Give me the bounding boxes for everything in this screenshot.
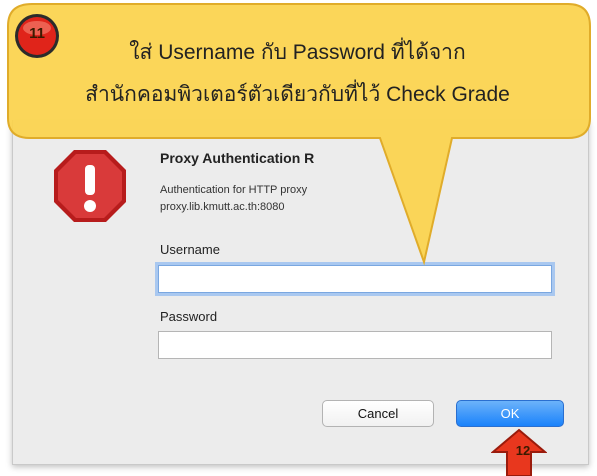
dialog-message-line2: proxy.lib.kmutt.ac.th:8080: [160, 201, 285, 213]
password-label: Password: [160, 309, 218, 324]
username-field[interactable]: [158, 265, 552, 293]
cancel-button[interactable]: Cancel: [322, 400, 434, 427]
step-12-number: 12: [515, 443, 531, 458]
ok-button[interactable]: OK: [456, 400, 564, 427]
dialog-message-line1: Authentication for HTTP proxy: [160, 184, 308, 196]
dialog-message: Authentication for HTTP proxy proxy.lib.…: [160, 182, 390, 216]
username-label: Username: [160, 242, 220, 257]
password-field[interactable]: [158, 331, 552, 359]
callout-line1: ใส่ Username กับ Password ที่ได้จาก: [129, 41, 466, 64]
callout-line2: สำนักคอมพิวเตอร์ตัวเดียวกับที่ไว้ Check …: [85, 83, 510, 106]
stop-alert-icon: [54, 150, 126, 222]
dialog-title: Proxy Authentication R: [160, 150, 315, 166]
